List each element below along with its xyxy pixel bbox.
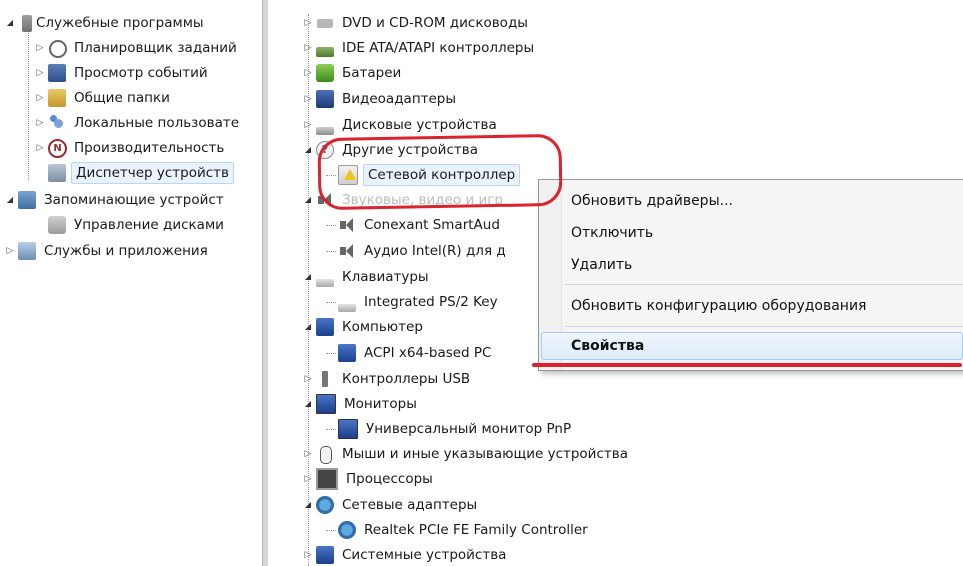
tree-item-event-viewer[interactable]: ▷ Просмотр событий (34, 62, 211, 84)
menu-item-disable[interactable]: Отключить (571, 221, 653, 245)
expand-arrow-icon[interactable]: ▷ (302, 67, 314, 79)
monitor-icon (338, 419, 358, 439)
console-tree-pane: ◢ Служебные программы ▷ Планировщик зада… (0, 0, 262, 566)
tree-connector (326, 428, 336, 430)
annotation-circle (317, 133, 563, 211)
performance-icon (48, 139, 67, 158)
event-log-icon (48, 64, 66, 82)
device-category-ide[interactable]: ▷ IDE ATA/ATAPI контроллеры (302, 37, 537, 59)
tools-icon (22, 14, 32, 32)
device-manager-icon (48, 164, 66, 182)
computer-icon (316, 318, 334, 336)
device-category-network-adapters[interactable]: ◢ Сетевые адаптеры (302, 494, 480, 516)
device-category-dvd[interactable]: ▷ DVD и CD-ROM дисководы (302, 12, 531, 34)
device-category-disk-drives[interactable]: ▷ Дисковые устройства (302, 114, 500, 136)
expand-arrow-icon[interactable]: ▷ (4, 245, 16, 257)
tree-item-disk-management[interactable]: Управление дисками (48, 214, 227, 236)
collapse-arrow-icon[interactable]: ◢ (4, 17, 16, 29)
expand-arrow-icon[interactable]: ▷ (302, 448, 314, 460)
expand-arrow-icon[interactable]: ▷ (34, 117, 46, 129)
clock-icon (48, 39, 67, 58)
device-category-batteries[interactable]: ▷ Батареи (302, 62, 404, 84)
tree-connector (326, 529, 336, 531)
device-category-computer[interactable]: ◢ Компьютер (302, 316, 426, 338)
tree-item-shared-folders[interactable]: ▷ Общие папки (34, 87, 173, 109)
tree-item-system-tools[interactable]: ◢ Служебные программы (4, 12, 207, 34)
processor-icon (316, 468, 338, 490)
menu-item-update-drivers[interactable]: Обновить драйверы... (571, 189, 733, 213)
menu-item-uninstall[interactable]: Удалить (571, 253, 632, 277)
collapse-arrow-icon[interactable]: ◢ (302, 271, 314, 283)
dvd-drive-icon (316, 14, 334, 32)
storage-icon (18, 191, 36, 209)
expand-arrow-icon[interactable]: ▷ (302, 93, 314, 105)
computer-icon (338, 344, 356, 362)
collapse-arrow-icon[interactable]: ◢ (4, 194, 16, 206)
collapse-arrow-icon[interactable]: ◢ (302, 499, 314, 511)
expand-arrow-icon[interactable]: ▷ (34, 42, 46, 54)
device-conexant-audio[interactable]: Conexant SmartAud (326, 214, 503, 236)
tree-guide-line (28, 30, 29, 180)
speaker-icon (338, 242, 356, 260)
menu-separator (565, 284, 963, 285)
device-intel-audio[interactable]: Аудио Intel(R) для д (326, 240, 509, 262)
mouse-icon (316, 445, 334, 464)
collapse-arrow-icon[interactable]: ◢ (302, 194, 314, 206)
device-category-system[interactable]: ▷ Системные устройства (302, 544, 509, 566)
expand-arrow-icon[interactable]: ▷ (302, 42, 314, 54)
tree-connector (326, 224, 336, 226)
services-icon (18, 242, 36, 260)
context-menu: Обновить драйверы... Отключить Удалить О… (538, 179, 963, 371)
expand-arrow-icon[interactable]: ▷ (34, 67, 46, 79)
menu-item-scan-hardware[interactable]: Обновить конфигурацию оборудования (571, 294, 866, 318)
expand-arrow-icon[interactable]: ▷ (302, 119, 314, 131)
speaker-icon (338, 216, 356, 234)
keyboard-icon (338, 304, 356, 312)
collapse-arrow-icon[interactable]: ◢ (302, 398, 314, 410)
menu-item-properties[interactable]: Свойства (571, 334, 644, 358)
device-acpi-pc[interactable]: ACPI x64-based PC (326, 342, 495, 364)
expand-arrow-icon[interactable]: ▷ (302, 473, 314, 485)
device-category-monitors[interactable]: ◢ Мониторы (302, 393, 420, 415)
battery-icon (316, 64, 334, 82)
device-category-mice[interactable]: ▷ Мыши и иные указывающие устройства (302, 443, 631, 465)
tree-item-services-apps[interactable]: ▷ Службы и приложения (4, 240, 211, 262)
monitor-icon (316, 394, 336, 414)
collapse-arrow-icon[interactable]: ◢ (302, 321, 314, 333)
expand-arrow-icon[interactable]: ▷ (302, 17, 314, 29)
tree-item-performance[interactable]: ▷ Производительность (34, 137, 227, 159)
usb-icon (316, 370, 334, 388)
tree-item-task-scheduler[interactable]: ▷ Планировщик заданий (34, 37, 240, 59)
expand-arrow-icon[interactable]: ▷ (34, 142, 46, 154)
device-ps2-keyboard[interactable]: Integrated PS/2 Key (326, 291, 501, 313)
collapse-arrow-icon[interactable]: ◢ (302, 144, 314, 156)
expand-arrow-icon[interactable]: ▷ (34, 92, 46, 104)
expand-arrow-icon[interactable]: ▷ (302, 373, 314, 385)
network-adapter-icon (338, 521, 356, 539)
hard-disk-icon (316, 127, 334, 135)
tree-item-storage[interactable]: ◢ Запоминающие устройст (4, 189, 227, 211)
shared-folder-icon (48, 89, 66, 107)
disk-management-icon (48, 216, 66, 234)
device-category-processors[interactable]: ▷ Процессоры (302, 468, 436, 490)
tree-connector (326, 250, 336, 252)
device-category-display-adapters[interactable]: ▷ Видеоадаптеры (302, 88, 459, 110)
network-adapter-icon (316, 496, 334, 514)
device-category-usb[interactable]: ▷ Контроллеры USB (302, 368, 473, 390)
expand-arrow-icon[interactable]: ▷ (302, 549, 314, 561)
keyboard-icon (316, 279, 334, 287)
ide-controller-icon (316, 47, 334, 57)
tree-item-device-manager[interactable]: Диспетчер устройств (48, 162, 235, 184)
annotation-underline (532, 363, 962, 367)
tree-connector (326, 352, 336, 354)
tree-item-local-users[interactable]: ▷ Локальные пользовате (34, 112, 242, 134)
device-realtek-adapter[interactable]: Realtek PCIe FE Family Controller (326, 519, 591, 541)
system-devices-icon (316, 546, 334, 564)
device-pnp-monitor[interactable]: Универсальный монитор PnP (326, 418, 574, 440)
menu-separator (565, 326, 963, 327)
device-category-keyboards[interactable]: ◢ Клавиатуры (302, 266, 432, 288)
users-icon (48, 114, 66, 132)
tree-connector (326, 301, 336, 303)
display-adapter-icon (316, 90, 334, 108)
